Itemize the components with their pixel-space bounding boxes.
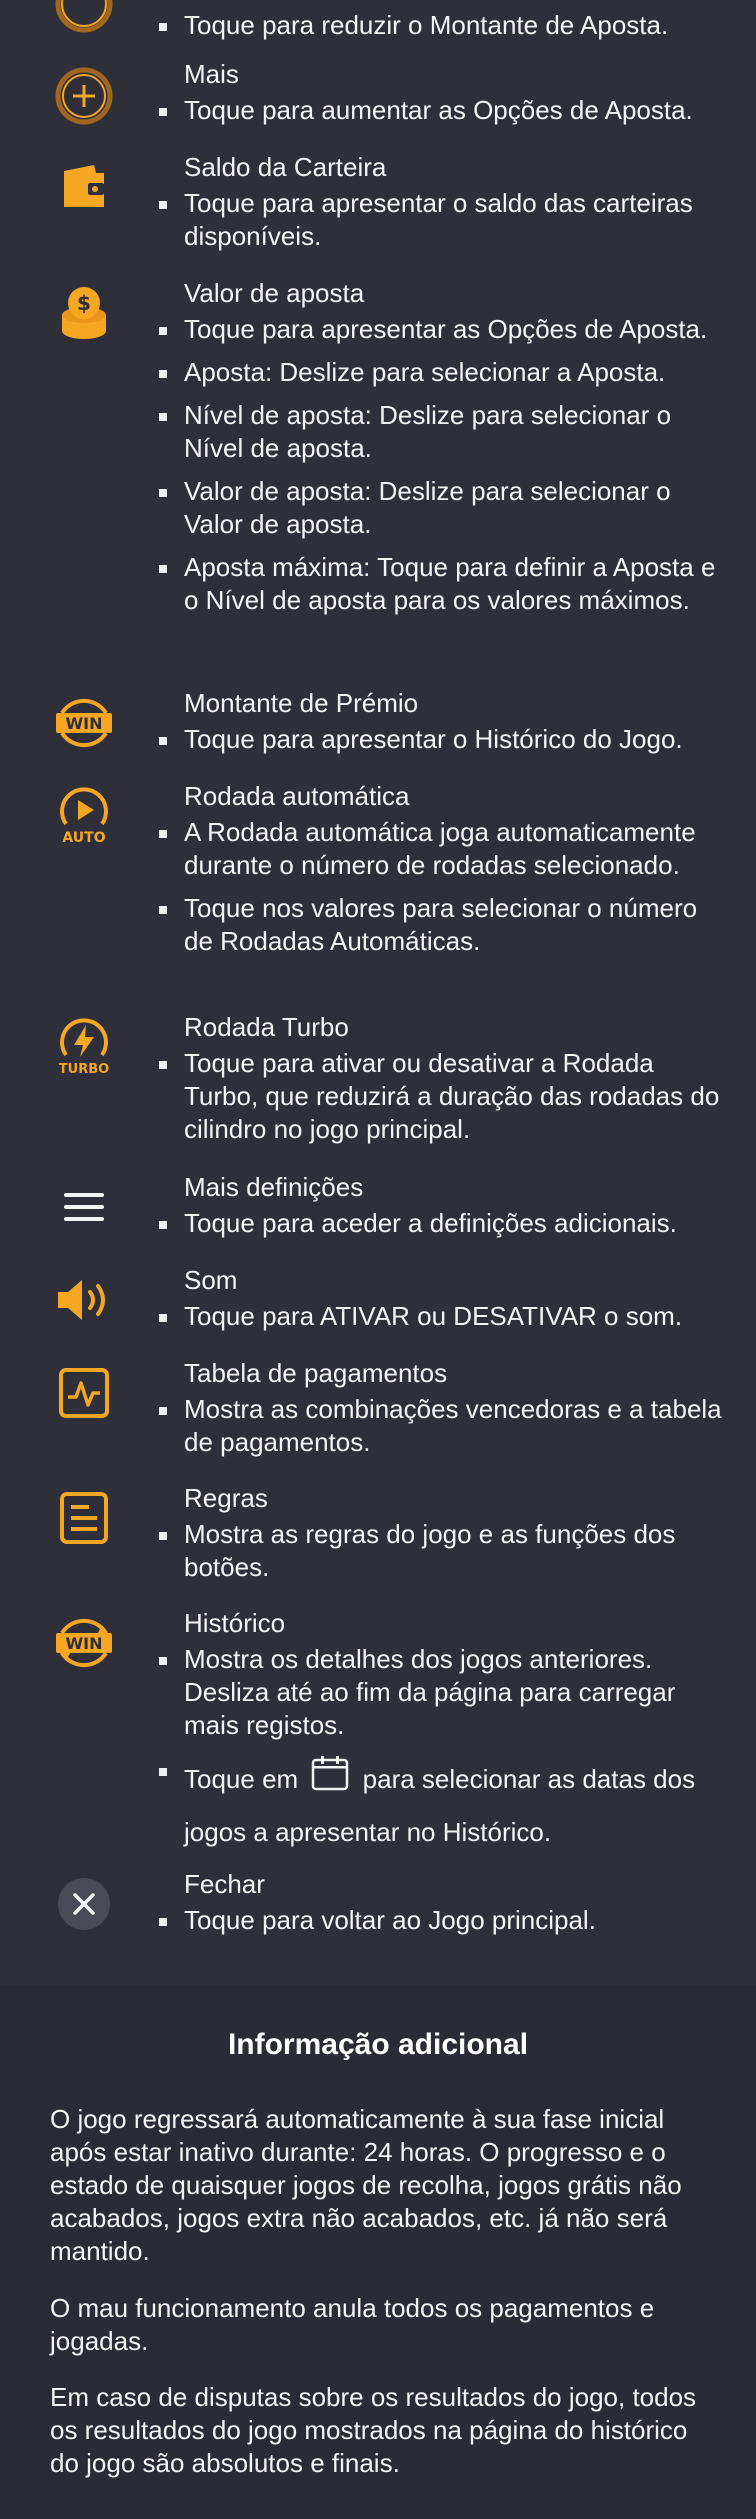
bullet: Toque para aumentar as Opções de Aposta. [159, 94, 724, 127]
bullet: Toque para aceder a definições adicionai… [159, 1207, 724, 1240]
bullet: Toque para apresentar o saldo das cartei… [159, 187, 724, 253]
bullet: Toque para voltar ao Jogo principal. [159, 1904, 724, 1937]
history-icon: WIN [48, 1607, 120, 1679]
item-title: Regras [184, 1483, 268, 1513]
turbo-icon: TURBO [48, 1011, 120, 1083]
item-title: Histórico [184, 1608, 286, 1638]
coins-icon: $ [48, 277, 120, 349]
svg-text:AUTO: AUTO [62, 830, 105, 846]
bullet: Mostra as combinações vencedoras e a tab… [159, 1393, 724, 1459]
svg-text:$: $ [77, 291, 91, 315]
rules-icon [48, 1482, 120, 1554]
win-icon: WIN [48, 687, 120, 759]
item-title: Rodada automática [184, 781, 410, 811]
bullet: Toque para apresentar as Opções de Apost… [159, 313, 724, 346]
menu-icon [48, 1171, 120, 1243]
item-title: Saldo da Carteira [184, 152, 387, 182]
bullet: Aposta: Deslize para selecionar a Aposta… [159, 356, 724, 389]
bullet: Mostra os detalhes dos jogos anteriores.… [159, 1643, 724, 1742]
svg-text:TURBO: TURBO [59, 1062, 109, 1077]
bullet: A Rodada automática joga automaticamente… [159, 816, 724, 882]
calendar-icon [311, 1755, 349, 1807]
bullet: Toque para ativar ou desativar a Rodada … [159, 1047, 724, 1146]
additional-paragraph: Em caso de disputas sobre os resultados … [50, 2382, 697, 2478]
additional-info-title: Informação adicional [227, 2028, 529, 2061]
bullet: Nível de aposta: Deslize para selecionar… [159, 399, 724, 465]
sound-icon [48, 1264, 120, 1336]
svg-text:WIN: WIN [66, 1634, 103, 1653]
additional-paragraph: O mau funcionamento anula todos os pagam… [50, 2293, 655, 2356]
close-icon [48, 1868, 120, 1940]
bullet: Toque para apresentar o Histórico do Jog… [159, 723, 724, 756]
item-title: Mais definições [184, 1172, 364, 1202]
additional-paragraph: O jogo regressará automaticamente à sua … [50, 2104, 682, 2266]
bullet: Mostra as regras do jogo e as funções do… [159, 1518, 724, 1584]
bullet: Toque para ATIVAR ou DESATIVAR o som. [159, 1300, 724, 1333]
item-title: Som [184, 1265, 238, 1295]
paytable-icon [48, 1357, 120, 1429]
bullet: Toque nos valores para selecionar o núme… [159, 892, 724, 958]
wallet-icon [48, 151, 120, 223]
bullet: Toque para reduzir o Montante de Aposta. [159, 9, 724, 42]
bullet: Aposta máxima: Toque para definir a Apos… [159, 551, 724, 617]
auto-play-icon: AUTO [48, 780, 120, 852]
item-title: Montante de Prémio [184, 688, 419, 718]
item-title: Fechar [184, 1869, 265, 1899]
svg-text:WIN: WIN [66, 714, 103, 733]
bullet-calendar: Toque em para selecionar as datas dos jo… [159, 1754, 724, 1857]
item-title: Mais [184, 59, 239, 89]
bullet: Valor de aposta: Deslize para selecionar… [159, 475, 724, 541]
item-title: Tabela de pagamentos [184, 1358, 448, 1388]
plus-icon [48, 60, 120, 132]
minus-icon [48, 0, 120, 40]
item-title: Rodada Turbo [184, 1012, 349, 1042]
item-title: Valor de aposta [184, 278, 365, 308]
